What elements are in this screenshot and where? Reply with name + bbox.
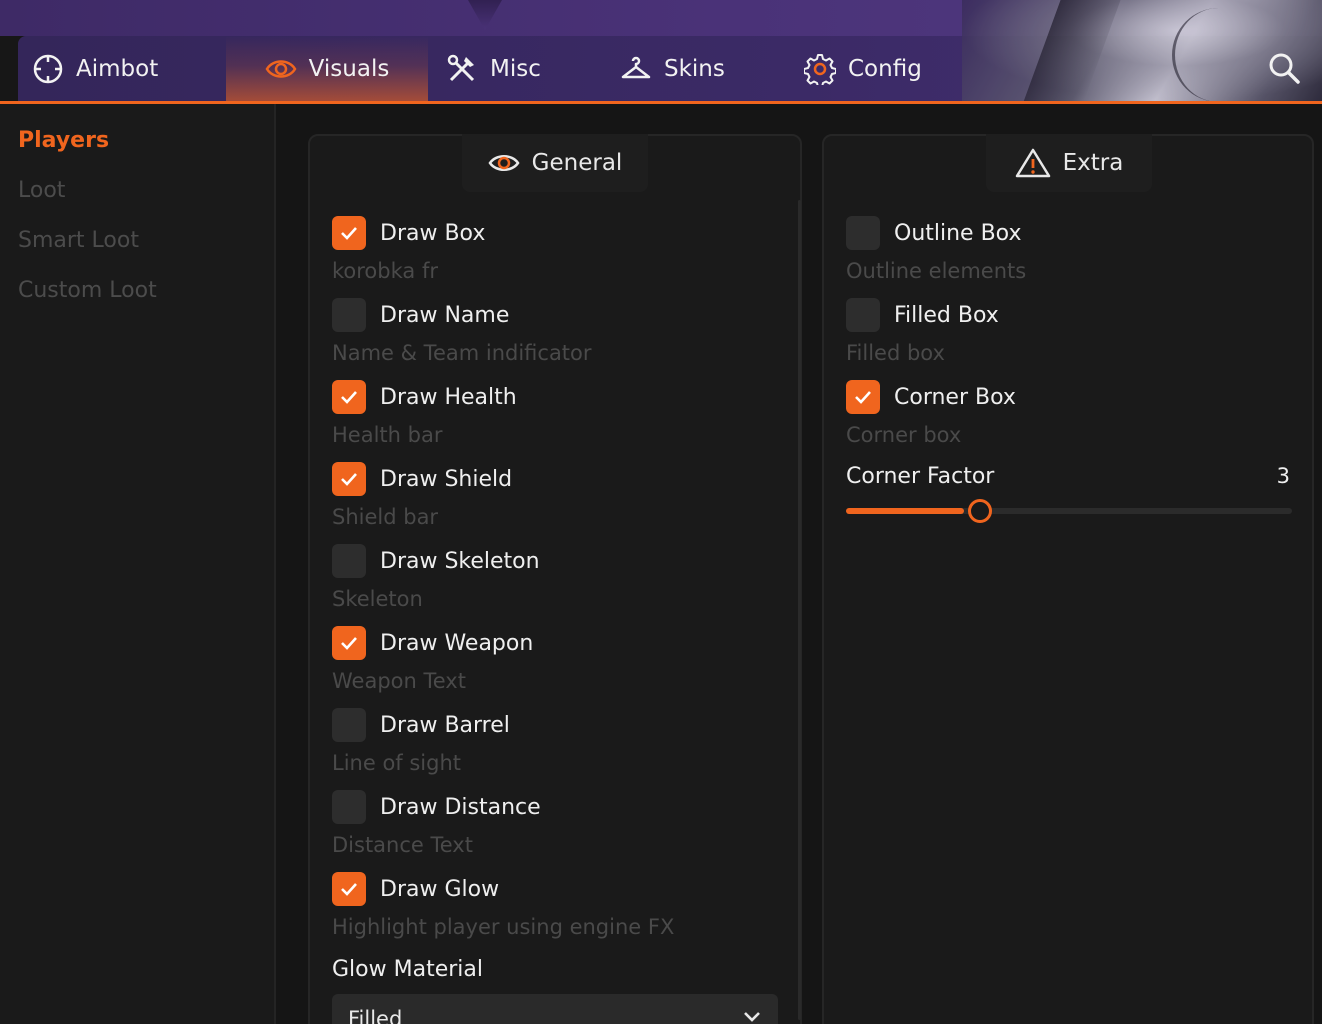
draw-health-checkbox[interactable] xyxy=(332,380,366,414)
draw-skeleton-checkbox[interactable] xyxy=(332,544,366,578)
option-description: Health bar xyxy=(332,423,443,447)
chevron-down-icon xyxy=(744,1012,760,1022)
option-corner-box: Corner Box xyxy=(846,380,1016,414)
option-draw-name: Draw Name xyxy=(332,298,509,332)
option-draw-box: Draw Box xyxy=(332,216,485,250)
check-icon xyxy=(341,637,357,650)
gear-icon xyxy=(804,54,836,85)
option-description: Filled box xyxy=(846,341,945,365)
option-label: Draw Weapon xyxy=(380,630,534,656)
option-outline-box: Outline Box xyxy=(846,216,1021,250)
option-draw-shield: Draw Shield xyxy=(332,462,512,496)
tools-icon xyxy=(447,54,475,82)
tab-label: Visuals xyxy=(308,56,390,82)
tab-label: Config xyxy=(848,56,922,82)
option-label: Draw Skeleton xyxy=(380,548,540,574)
corner-factor-value: 3 xyxy=(1276,464,1290,488)
scrollbar[interactable] xyxy=(798,200,801,1020)
glow-material-label: Glow Material xyxy=(332,957,483,982)
warning-icon xyxy=(1015,148,1050,178)
check-icon xyxy=(341,883,357,896)
option-label: Draw Glow xyxy=(380,876,500,902)
tab-skins[interactable]: Skins xyxy=(620,36,770,102)
tab-label: Skins xyxy=(664,56,725,82)
search-icon xyxy=(1269,53,1300,84)
option-description: Outline elements xyxy=(846,259,1027,283)
option-description: Name & Team indificator xyxy=(332,341,592,365)
corner-factor-slider[interactable] xyxy=(846,499,1292,523)
draw-glow-checkbox[interactable] xyxy=(332,872,366,906)
option-label: Draw Health xyxy=(380,384,517,410)
select-value: Filled xyxy=(348,1007,403,1024)
eye-icon xyxy=(488,155,520,171)
check-icon xyxy=(341,391,357,404)
tab-visuals[interactable]: Visuals xyxy=(226,36,428,102)
option-description: Corner box xyxy=(846,423,962,447)
option-label: Outline Box xyxy=(894,220,1022,246)
check-icon xyxy=(855,391,871,404)
general-panel-header: General xyxy=(462,134,648,192)
tab-aimbot[interactable]: Aimbot xyxy=(32,36,202,102)
extra-panel-header: Extra xyxy=(986,134,1152,192)
sidebar: Players Loot Smart Loot Custom Loot xyxy=(0,104,276,1024)
extra-panel: Extra Outline Box Outline elements Fille… xyxy=(822,134,1314,1024)
option-label: Draw Name xyxy=(380,302,510,328)
draw-barrel-checkbox[interactable] xyxy=(332,708,366,742)
option-description: Skeleton xyxy=(332,587,423,611)
tab-label: Aimbot xyxy=(76,56,159,82)
sidebar-item-custom-loot[interactable]: Custom Loot xyxy=(18,278,157,303)
option-description: Distance Text xyxy=(332,833,473,857)
slider-thumb[interactable] xyxy=(968,499,992,523)
general-panel: General Draw Box korobka fr Draw Name Na… xyxy=(308,134,802,1024)
panel-title: Extra xyxy=(1062,150,1124,176)
draw-weapon-checkbox[interactable] xyxy=(332,626,366,660)
option-description: Line of sight xyxy=(332,751,462,775)
draw-box-checkbox[interactable] xyxy=(332,216,366,250)
draw-distance-checkbox[interactable] xyxy=(332,790,366,824)
option-label: Filled Box xyxy=(894,302,999,328)
draw-shield-checkbox[interactable] xyxy=(332,462,366,496)
corner-factor-label: Corner Factor xyxy=(846,464,995,489)
search-button[interactable] xyxy=(1264,48,1304,88)
top-bar: Aimbot Visuals Misc Skins Config xyxy=(0,0,1322,104)
option-description: Shield bar xyxy=(332,505,439,529)
hanger-icon xyxy=(621,56,651,79)
sidebar-item-players[interactable]: Players xyxy=(18,128,109,153)
option-label: Draw Shield xyxy=(380,466,513,492)
app-window: Aimbot Visuals Misc Skins Config Players… xyxy=(0,0,1322,1024)
option-draw-distance: Draw Distance xyxy=(332,790,541,824)
corner-box-checkbox[interactable] xyxy=(846,380,880,414)
tab-config[interactable]: Config xyxy=(804,36,964,102)
option-label: Draw Distance xyxy=(380,794,541,820)
draw-name-checkbox[interactable] xyxy=(332,298,366,332)
eye-icon xyxy=(265,60,297,78)
glow-material-select[interactable]: Filled xyxy=(332,994,778,1024)
option-draw-glow: Draw Glow xyxy=(332,872,499,906)
option-label: Corner Box xyxy=(894,384,1016,410)
option-draw-barrel: Draw Barrel xyxy=(332,708,510,742)
option-description: Weapon Text xyxy=(332,669,466,693)
slider-fill xyxy=(846,508,964,514)
check-icon xyxy=(341,227,357,240)
option-draw-skeleton: Draw Skeleton xyxy=(332,544,540,578)
sidebar-item-smart-loot[interactable]: Smart Loot xyxy=(18,228,139,253)
outline-box-checkbox[interactable] xyxy=(846,216,880,250)
option-description: korobka fr xyxy=(332,259,438,283)
option-draw-weapon: Draw Weapon xyxy=(332,626,533,660)
option-label: Draw Barrel xyxy=(380,712,510,738)
crosshair-icon xyxy=(33,54,63,84)
panel-title: General xyxy=(531,150,623,176)
option-label: Draw Box xyxy=(380,220,486,246)
tab-misc[interactable]: Misc xyxy=(446,36,586,102)
tab-label: Misc xyxy=(490,56,541,82)
filled-box-checkbox[interactable] xyxy=(846,298,880,332)
check-icon xyxy=(341,473,357,486)
sidebar-item-loot[interactable]: Loot xyxy=(18,178,65,203)
option-draw-health: Draw Health xyxy=(332,380,517,414)
option-description: Highlight player using engine FX xyxy=(332,915,675,939)
option-filled-box: Filled Box xyxy=(846,298,999,332)
